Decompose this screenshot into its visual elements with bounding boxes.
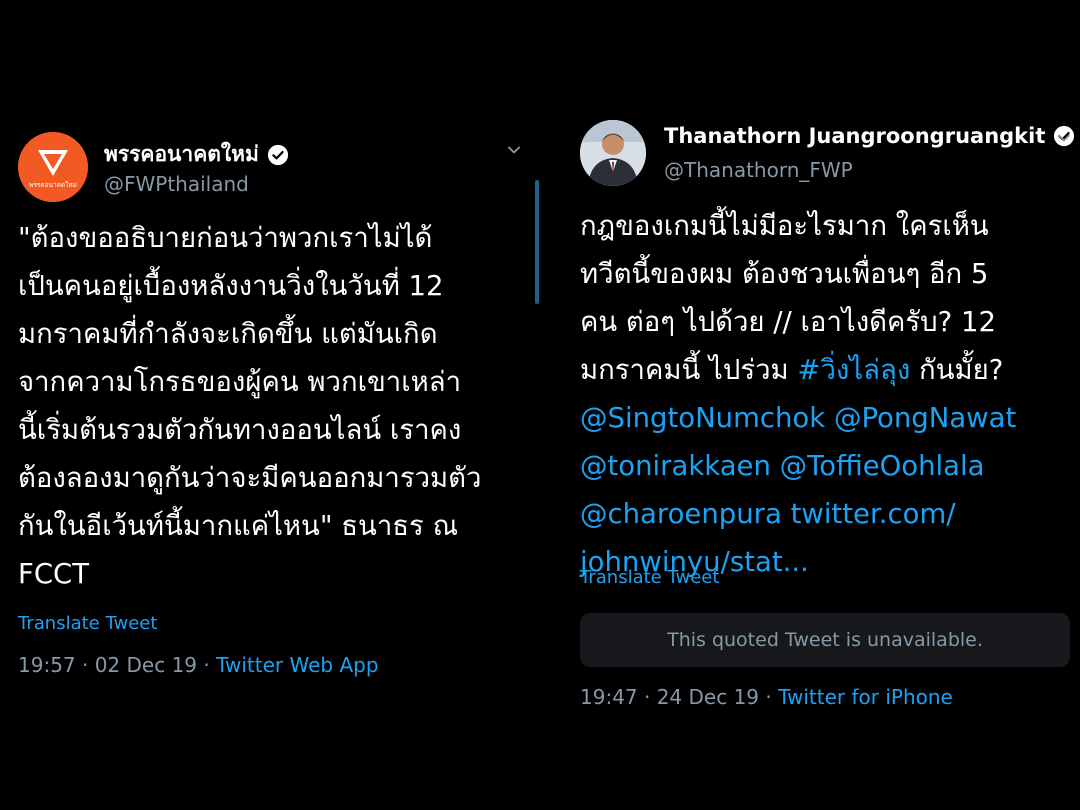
quoted-tweet-unavailable: This quoted Tweet is unavailable. [580, 613, 1070, 667]
text-segment: กันมั้ย? [910, 354, 1004, 386]
timestamp[interactable]: 19:47 · 24 Dec 19 · [580, 685, 778, 709]
translate-tweet-link[interactable]: Translate Tweet [580, 567, 719, 588]
source-app-link[interactable]: Twitter for iPhone [778, 685, 953, 709]
logo-caption: พรรคอนาคตใหม่ [29, 181, 77, 189]
tweet-text-line: @SingtoNumchok @PongNawat [580, 394, 1050, 442]
tweet-text-line: @charoenpura twitter.com/ [580, 490, 1050, 538]
display-name[interactable]: Thanathorn Juangroongruangkit [664, 124, 1045, 148]
tweet-text-line: จากความโกรธของผู้คน พวกเขาเหล่า [18, 366, 462, 398]
tweet-text: กฎของเกมนี้ไม่มีอะไรมาก ใครเห็น ทวีตนี้ข… [580, 202, 1050, 586]
avatar[interactable] [580, 120, 646, 186]
translate-tweet-link[interactable]: Translate Tweet [18, 613, 157, 634]
tweet-text-line: มกราคมที่กำลังจะเกิดขึ้น แต่มันเกิด [18, 318, 438, 350]
timestamp[interactable]: 19:57 · 02 Dec 19 · [18, 653, 216, 677]
avatar[interactable]: พรรคอนาคตใหม่ [18, 132, 88, 202]
scrollbar[interactable] [535, 180, 539, 304]
text-segment: มกราคมนี้ ไปร่วม [580, 354, 798, 386]
source-app-link[interactable]: Twitter Web App [216, 653, 378, 677]
tweet-text-line: เป็นคนอยู่เบื้องหลังงานวิ่งในวันที่ 12 [18, 270, 444, 302]
tweet-text-line: FCCT [18, 558, 90, 590]
display-name[interactable]: พรรคอนาคตใหม่ [104, 138, 259, 171]
tweet-text-line: กฎของเกมนี้ไม่มีอะไรมาก ใครเห็น [580, 210, 989, 242]
tweet-text-line: นี้เริ่มต้นรวมตัวกันทางออนไลน์ เราคง [18, 414, 462, 446]
mention-link[interactable]: @ToffieOohlala [780, 450, 985, 482]
author-name-row: พรรคอนาคตใหม่ [104, 138, 289, 171]
mention-link[interactable]: @PongNawat [834, 402, 1016, 434]
user-handle[interactable]: @FWPthailand [104, 172, 249, 196]
tweet-metadata: 19:47 · 24 Dec 19 · Twitter for iPhone [580, 685, 953, 709]
url-link[interactable]: twitter.com/ [791, 498, 956, 530]
tweet-text-line: กันในอีเว้นท์นี้มากแค่ไหน" ธนาธร ณ [18, 510, 459, 542]
tweet-text-line: ทวีตนี้ของผม ต้องชวนเพื่อนๆ อีก 5 [580, 258, 989, 290]
mention-link[interactable]: @charoenpura [580, 498, 782, 530]
user-handle[interactable]: @Thanathorn_FWP [664, 158, 853, 182]
tweet-text-line: มกราคมนี้ ไปร่วม #วิ่งไล่ลุง กันมั้ย? [580, 346, 1050, 394]
mention-link[interactable]: @SingtoNumchok [580, 402, 825, 434]
verified-badge-icon [267, 144, 288, 165]
tweet-text-line: "ต้องขออธิบายก่อนว่าพวกเราไม่ได้ [18, 222, 433, 254]
tweet-text-line: @tonirakkaen @ToffieOohlala [580, 442, 1050, 490]
mention-link[interactable]: @tonirakkaen [580, 450, 771, 482]
hashtag-link[interactable]: #วิ่งไล่ลุง [797, 354, 910, 386]
tweet-text: "ต้องขออธิบายก่อนว่าพวกเราไม่ได้ เป็นคนอ… [18, 214, 530, 598]
tweet-metadata: 19:57 · 02 Dec 19 · Twitter Web App [18, 653, 379, 677]
chevron-down-icon[interactable] [1056, 130, 1072, 146]
tweet-text-line: ต้องลองมาดูกันว่าจะมีคนออกมารวมตัว [18, 462, 482, 494]
chevron-down-icon[interactable] [506, 142, 522, 158]
author-name-row: Thanathorn Juangroongruangkit [664, 124, 1075, 148]
tweet-text-line: คน ต่อๆ ไปด้วย // เอาไงดีครับ? 12 [580, 306, 996, 338]
future-forward-party-logo-icon: พรรคอนาคตใหม่ [18, 132, 88, 202]
profile-photo-icon [580, 120, 646, 186]
